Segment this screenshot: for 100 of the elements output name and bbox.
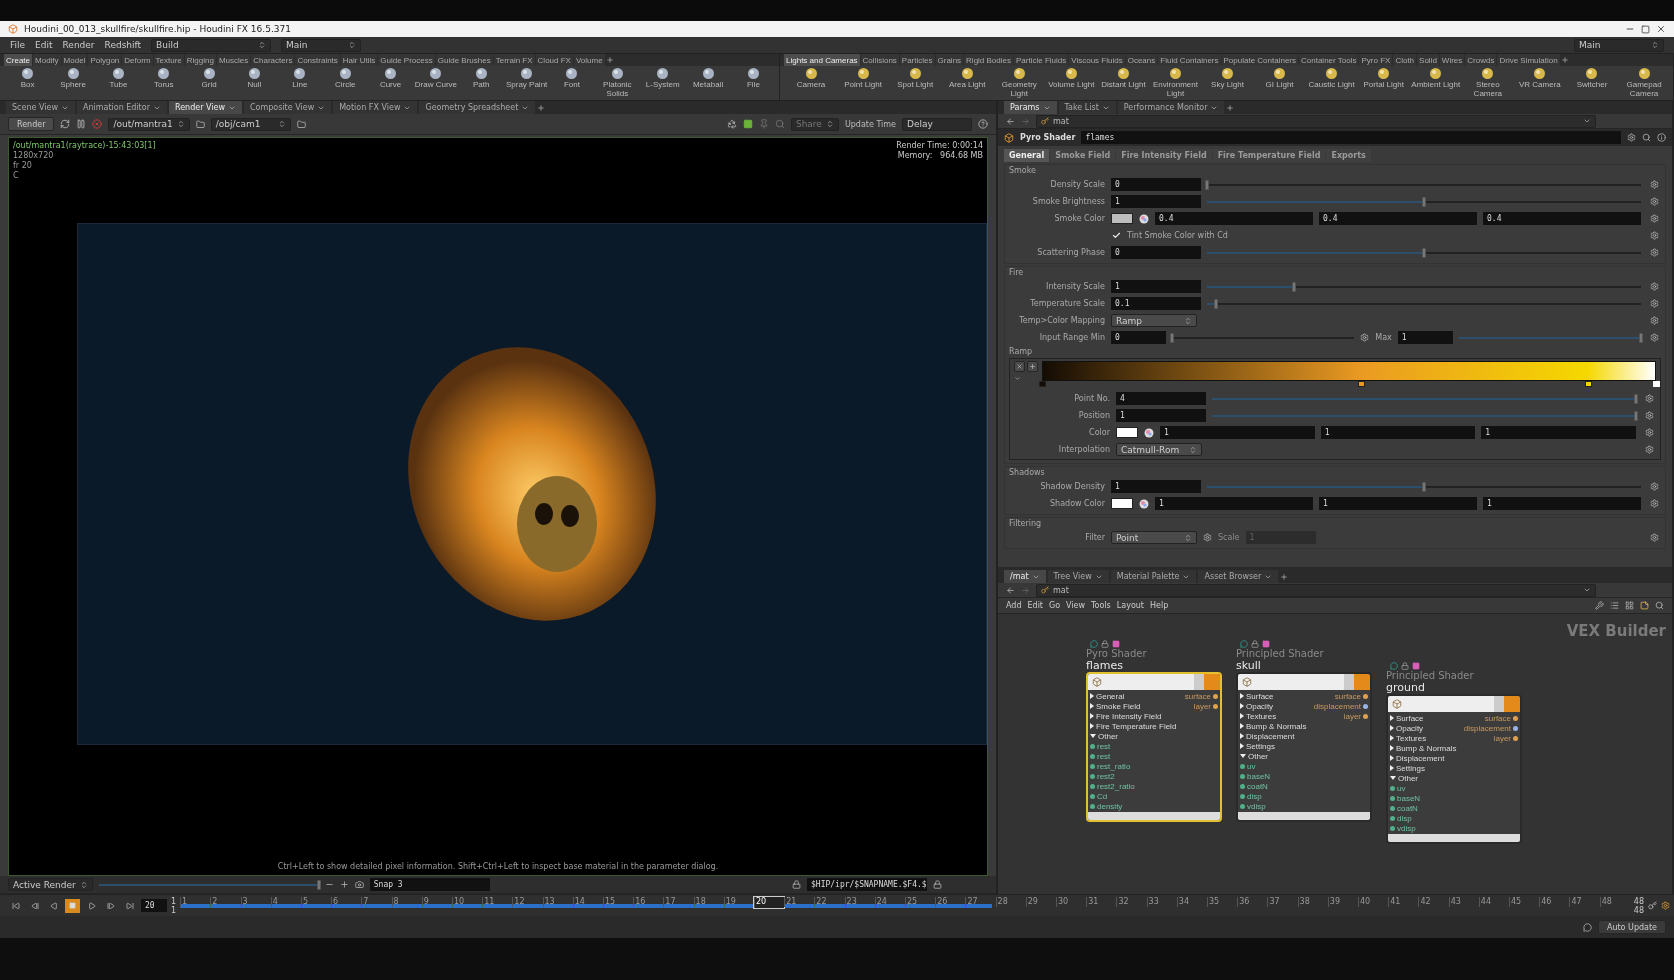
frame-tick[interactable]: 1 [180,896,211,907]
frame-tick[interactable]: 9 [421,896,452,907]
node-input[interactable]: rest [1090,751,1177,761]
tool-label[interactable]: Grid [201,81,217,90]
slider[interactable] [1212,392,1636,405]
slider[interactable] [1172,331,1355,344]
frame-tick[interactable]: 47 [1569,896,1600,907]
slider-handle[interactable] [1422,481,1426,492]
menu-item[interactable]: Help [1150,601,1169,610]
snapshot-field[interactable]: Snap 3 [369,878,490,891]
close-icon[interactable] [1656,24,1666,34]
tool-label[interactable]: Caustic Light [1308,81,1355,90]
shelf-tab[interactable]: Model [61,54,88,66]
node-output[interactable]: surface [1313,691,1368,701]
number-field[interactable]: 0.4 [1155,212,1313,225]
frame-tick[interactable]: 5 [300,896,332,907]
node-input[interactable]: baseN [1390,793,1457,803]
menu-item[interactable]: Redshift [104,40,142,50]
pane-tab[interactable]: Take List [1058,101,1116,114]
tool-icon[interactable] [520,67,534,80]
delay-field[interactable]: Delay [902,117,972,131]
tool-icon[interactable] [856,67,870,80]
pin-icon[interactable] [758,119,769,129]
slider-handle[interactable] [1422,196,1426,207]
number-field[interactable]: 0 [1111,178,1201,191]
shelf-tab[interactable]: Rigid Bodies [964,54,1013,66]
frame-tick[interactable]: 7 [361,896,392,907]
shelf-tab[interactable]: Pyro FX [1359,54,1393,66]
frame-tick[interactable]: 17 [663,896,694,907]
updown-arrows-icon[interactable] [1189,445,1197,454]
refresh-icon[interactable] [60,119,71,129]
node-section[interactable]: General [1090,691,1177,701]
node-section[interactable]: Bump & Normals [1390,743,1457,753]
shelf-tab[interactable]: Viscous Fluids [1069,54,1125,66]
frame-tick[interactable]: 21 [784,896,815,907]
updown-arrows-icon[interactable] [277,120,286,128]
shelf-tab[interactable]: Collisions [860,54,899,66]
frame-tick[interactable]: 8 [391,896,422,907]
tool-label[interactable]: Volume Light [1048,81,1095,90]
shelf-tab[interactable]: Characters [251,54,295,66]
grid-icon[interactable] [1625,601,1634,610]
slider[interactable] [1207,297,1641,310]
number-field[interactable]: 1 [1155,497,1313,510]
updown-arrows-icon[interactable] [258,41,267,49]
frame-tick[interactable]: 22 [814,896,845,907]
node-input[interactable]: uv [1240,761,1307,771]
render-button[interactable]: Render [8,117,55,131]
tool-icon[interactable] [1064,67,1078,80]
tool-label[interactable]: Spray Paint [505,81,548,90]
node-section[interactable]: Displacement [1390,753,1457,763]
updown-arrows-icon[interactable] [176,120,185,128]
checkbox[interactable] [1111,230,1121,241]
updown-arrows-icon[interactable] [79,880,88,889]
tool-label[interactable]: Platonic Solids [595,81,640,98]
pane-tab[interactable]: Animation Editor [76,101,167,114]
node-output[interactable]: layer [1463,733,1518,743]
sticky-note-icon[interactable] [1640,601,1649,610]
tool-icon[interactable] [656,67,670,80]
shelf-tab[interactable]: Guide Brushes [435,54,493,66]
tool-label[interactable]: Geometry Light [994,81,1045,98]
plus-icon[interactable] [339,880,349,889]
pane-tab[interactable]: Performance Monitor [1117,101,1225,114]
tool-icon[interactable] [1116,67,1130,80]
back-icon[interactable] [1006,585,1015,595]
number-field[interactable]: 1 [1111,195,1201,208]
slider-handle[interactable] [1422,247,1426,258]
frame-tick[interactable]: 45 [1509,896,1540,907]
plus-icon[interactable] [1560,54,1569,66]
number-field[interactable]: 1 [1483,497,1641,510]
tool-icon[interactable] [247,67,261,80]
number-field[interactable]: 0 [1111,331,1166,344]
driver-dropdown[interactable]: /out/mantra1 [108,117,190,131]
tool-label[interactable]: Line [292,81,308,90]
node-section[interactable]: Bump & Normals [1240,721,1307,731]
shelf-tab[interactable]: Particle Fluids [1014,54,1069,66]
auto-update-button[interactable]: Auto Update [1597,920,1666,934]
node-section[interactable]: Opacity [1240,701,1307,711]
tool-icon[interactable] [293,67,307,80]
lock-icon[interactable] [1251,640,1259,648]
node-output[interactable]: displacement [1463,723,1518,733]
pane-tab[interactable]: Material Palette [1110,570,1197,583]
pane-tab[interactable]: Motion FX View [333,101,418,114]
tool-label[interactable]: Area Light [949,81,986,90]
tool-icon[interactable] [1325,67,1339,80]
frame-tick[interactable]: 2 [210,896,241,907]
shelf-tab[interactable]: Guide Process [378,54,435,66]
frame-tick[interactable]: 4 [270,896,301,907]
menu-item[interactable]: View [1066,601,1086,610]
node-output[interactable]: displacement [1313,701,1368,711]
tool-icon[interactable] [338,67,352,80]
number-field[interactable]: 0.1 [1111,297,1201,310]
tool-label[interactable]: Path [473,81,490,90]
node-section[interactable]: Surface [1240,691,1307,701]
tool-icon[interactable] [429,67,443,80]
frame-tick[interactable]: 34 [1176,896,1207,907]
tool-icon[interactable] [1481,67,1495,80]
color-wheel-icon[interactable] [1144,427,1154,438]
tool-icon[interactable] [1221,67,1235,80]
frame-tick[interactable]: 12 [512,896,543,907]
color-swatch[interactable] [1111,498,1133,509]
